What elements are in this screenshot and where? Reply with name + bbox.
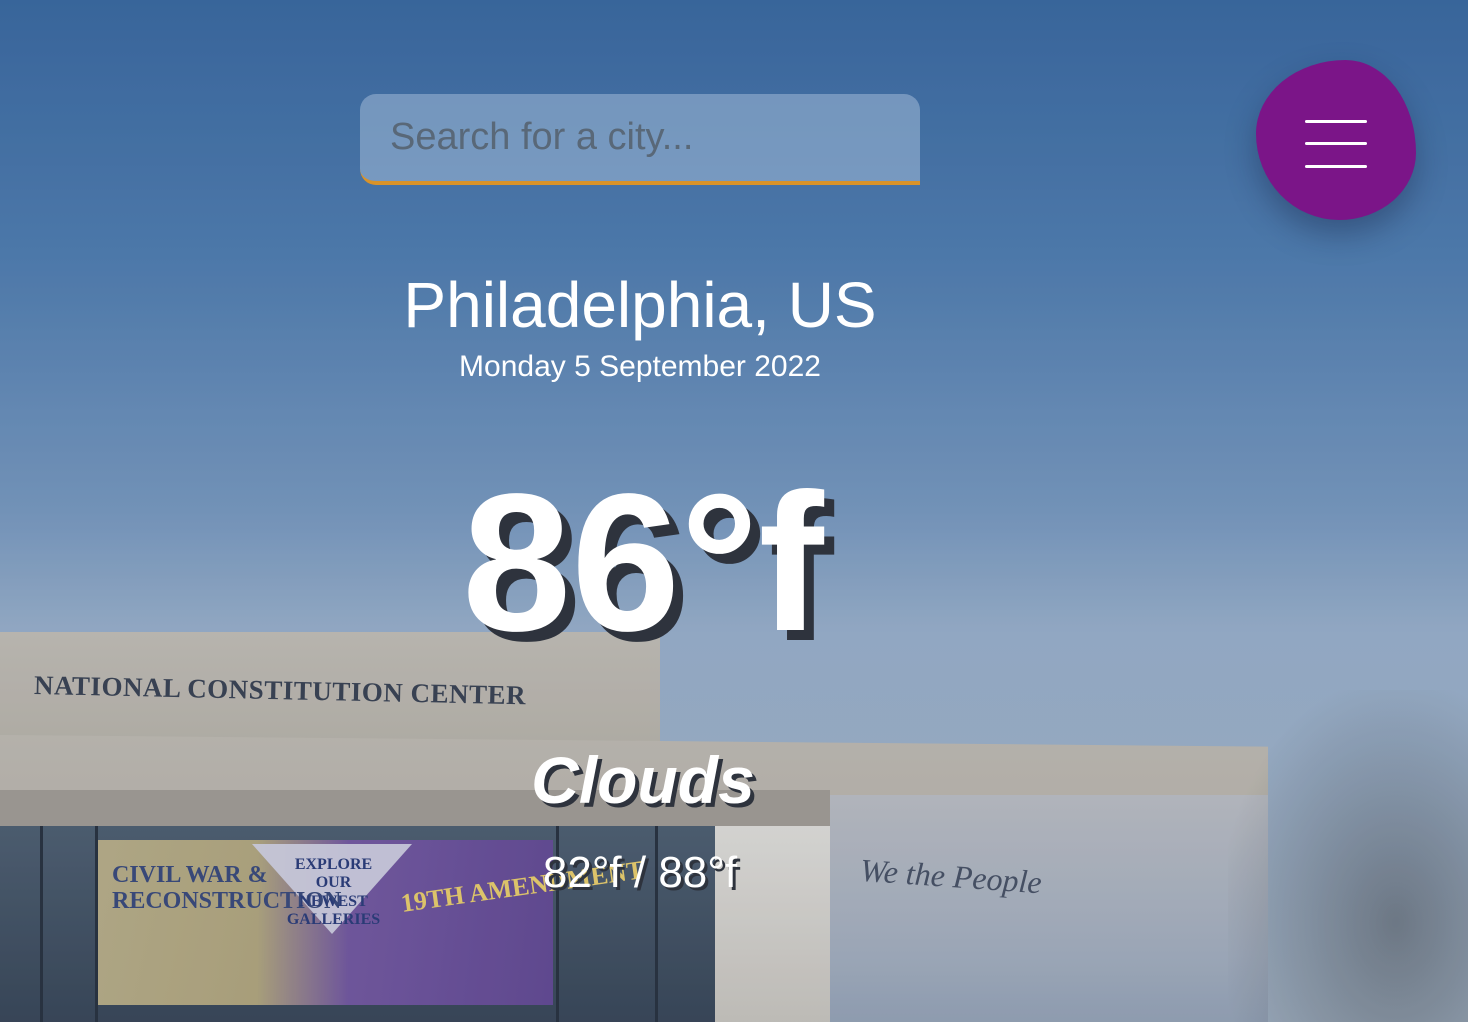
current-date: Monday 5 September 2022	[459, 350, 821, 383]
search-bar	[360, 94, 920, 185]
current-temperature: 86°f	[462, 453, 824, 672]
weather-condition: Clouds	[531, 743, 755, 817]
hamburger-icon	[1305, 120, 1367, 168]
search-input[interactable]	[360, 94, 920, 181]
city-name: Philadelphia, US	[403, 269, 877, 341]
temperature-range: 82°f / 88°f	[542, 848, 738, 897]
